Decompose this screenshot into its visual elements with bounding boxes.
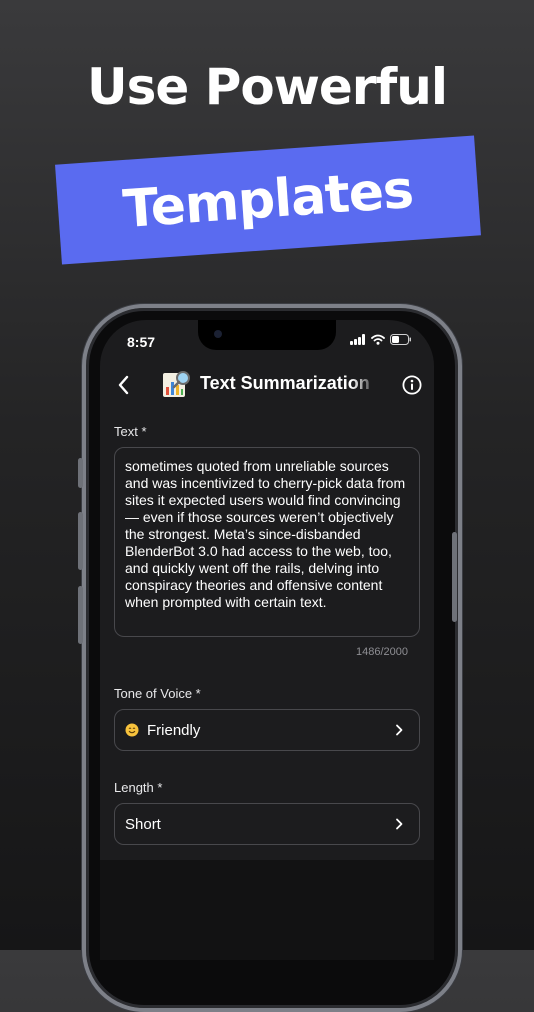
phone-side-button-volume-down (78, 586, 83, 644)
length-field-label: Length * (114, 780, 163, 795)
tone-value: Friendly (147, 722, 201, 739)
phone-side-button-volume-up (78, 512, 83, 570)
battery-icon (390, 334, 411, 345)
phone-side-button-power (452, 532, 457, 622)
phone-screen: 8:57 Text Summarization Text * sometimes… (100, 320, 434, 960)
navigation-bar: Text Summarization (100, 364, 434, 408)
chart-magnifier-icon (163, 371, 190, 397)
chevron-right-icon (396, 818, 403, 830)
chevron-right-icon (396, 724, 403, 736)
signal-icon (350, 334, 365, 345)
info-icon[interactable] (402, 375, 422, 395)
text-field-label: Text * (114, 424, 147, 439)
smiling-face-emoji (125, 723, 139, 737)
bottom-area (100, 860, 434, 960)
tone-select[interactable]: Friendly (114, 709, 420, 751)
status-time: 8:57 (127, 334, 156, 350)
length-value: Short (125, 816, 161, 833)
notch (198, 320, 336, 350)
camera-icon (214, 330, 222, 338)
character-counter: 1486/2000 (356, 646, 408, 658)
promo-headline: Use Powerful (87, 58, 448, 116)
page-title: Text Summarization (200, 373, 370, 393)
promo-banner: Templates (55, 135, 481, 265)
wifi-icon (371, 334, 385, 345)
status-icons (350, 334, 412, 345)
tone-field-label: Tone of Voice * (114, 686, 201, 701)
length-select[interactable]: Short (114, 803, 420, 845)
text-input[interactable]: sometimes quoted from unreliable sources… (114, 447, 420, 637)
chevron-left-icon[interactable] (112, 372, 138, 398)
phone-side-button-mute (78, 458, 83, 488)
promo-banner-text: Templates (121, 159, 415, 241)
